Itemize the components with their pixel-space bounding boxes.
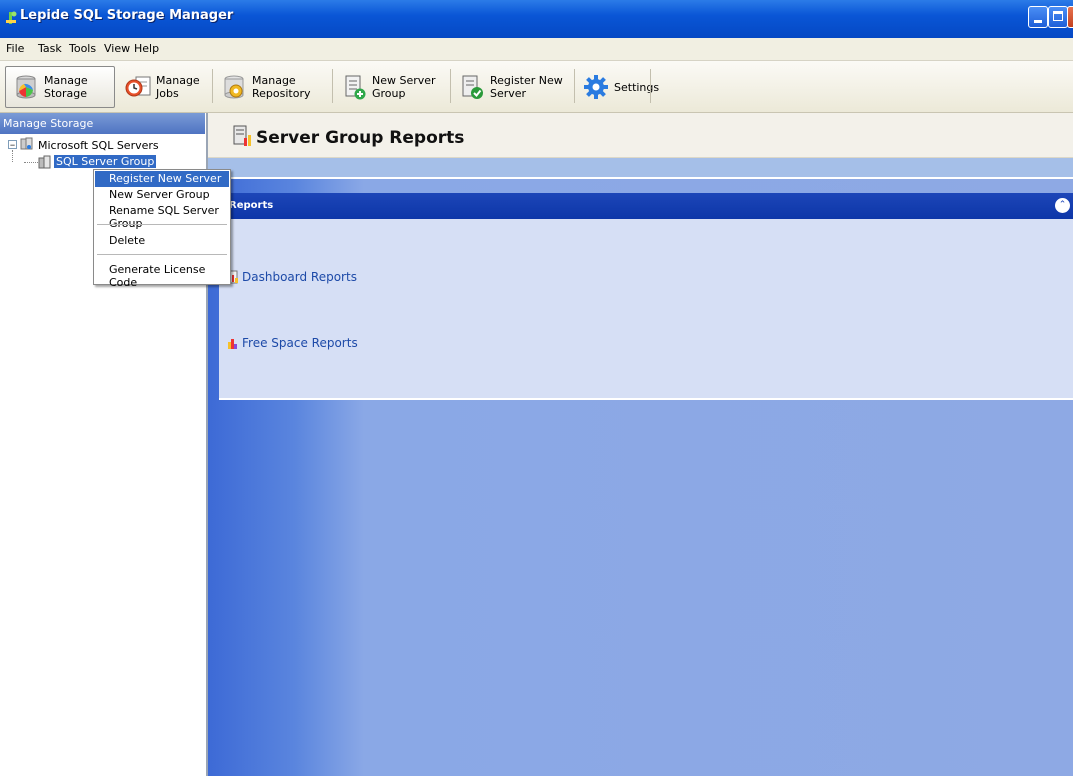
manage-repository-button[interactable]: Manage Repository (214, 66, 330, 108)
database-icon (16, 75, 36, 99)
tree-node-sql-server-group[interactable]: SQL Server Group (54, 155, 157, 168)
navigation-panel-title: Manage Storage (3, 117, 94, 130)
maximize-button[interactable] (1048, 6, 1068, 28)
context-menu-label: Delete (109, 234, 146, 247)
context-menu-generate-license[interactable]: Generate License Code (95, 262, 229, 289)
manage-jobs-button[interactable]: Manage Jobs (118, 66, 210, 108)
free-space-reports-link[interactable]: Free Space Reports (242, 336, 358, 350)
menu-help[interactable]: Help (134, 42, 159, 55)
settings-label: Settings (614, 80, 660, 94)
toolbar-separator (450, 69, 451, 103)
context-menu-register-new-server[interactable]: Register New Server (95, 171, 229, 187)
register-new-server-label: Register New Server (490, 74, 563, 100)
context-menu-label: Generate License Code (109, 263, 206, 289)
context-menu-separator (97, 224, 227, 225)
close-button[interactable] (1067, 6, 1073, 28)
report-server-icon (233, 125, 251, 146)
tree-node-sql-servers[interactable]: Microsoft SQL Servers (38, 139, 159, 152)
context-menu-delete[interactable]: Delete (95, 233, 229, 249)
window-title: Lepide SQL Storage Manager (20, 8, 234, 23)
tree-collapse-icon[interactable]: − (8, 140, 17, 150)
collapse-chevron-icon[interactable]: ⌃ (1055, 198, 1070, 213)
navigation-panel-header: Manage Storage (0, 113, 205, 134)
dashboard-reports-link[interactable]: Dashboard Reports (242, 270, 357, 284)
sql-servers-icon (20, 137, 33, 150)
context-menu: Register New Server New Server Group Ren… (93, 169, 231, 289)
clock-document-icon (125, 76, 151, 97)
manage-repository-label: Manage Repository (252, 74, 311, 100)
new-server-group-button[interactable]: New Server Group (334, 66, 448, 108)
toolbar-separator (212, 69, 213, 103)
server-group-icon (38, 155, 51, 169)
register-new-server-button[interactable]: Register New Server (452, 66, 572, 108)
toolbar-separator (332, 69, 333, 103)
new-group-icon (345, 75, 366, 100)
new-server-group-label: New Server Group (372, 74, 436, 100)
settings-button[interactable]: Settings (576, 66, 659, 108)
tree-connector (12, 150, 13, 162)
manage-jobs-label: Manage Jobs (156, 74, 200, 100)
menu-tools[interactable]: Tools (69, 42, 96, 55)
gear-icon (584, 75, 608, 99)
page-title: Server Group Reports (256, 128, 465, 148)
toolbar-separator (650, 69, 651, 103)
menu-file[interactable]: File (6, 42, 24, 55)
menu-view[interactable]: View (104, 42, 130, 55)
context-menu-label: New Server Group (109, 188, 210, 201)
context-menu-rename-group[interactable]: Rename SQL Server Group (95, 203, 229, 230)
reports-panel (219, 193, 1073, 400)
header-stripe (208, 158, 1073, 179)
repository-gear-icon (224, 75, 244, 99)
free-space-report-icon (228, 339, 237, 349)
manage-storage-label: Manage Storage (44, 74, 88, 100)
minimize-button[interactable] (1028, 6, 1048, 28)
menu-bar (0, 38, 1073, 61)
context-menu-new-server-group[interactable]: New Server Group (95, 187, 229, 203)
context-menu-label: Rename SQL Server Group (109, 204, 219, 230)
manage-storage-button[interactable]: Manage Storage (5, 66, 115, 108)
context-menu-separator (97, 254, 227, 255)
reports-panel-header: Reports (219, 193, 1073, 219)
reports-panel-title: Reports (229, 200, 274, 211)
tree-connector (24, 162, 38, 163)
toolbar-separator (574, 69, 575, 103)
context-menu-label: Register New Server (109, 172, 222, 185)
menu-task[interactable]: Task (38, 42, 62, 55)
app-logo-icon (6, 11, 17, 24)
register-server-icon (462, 75, 483, 99)
